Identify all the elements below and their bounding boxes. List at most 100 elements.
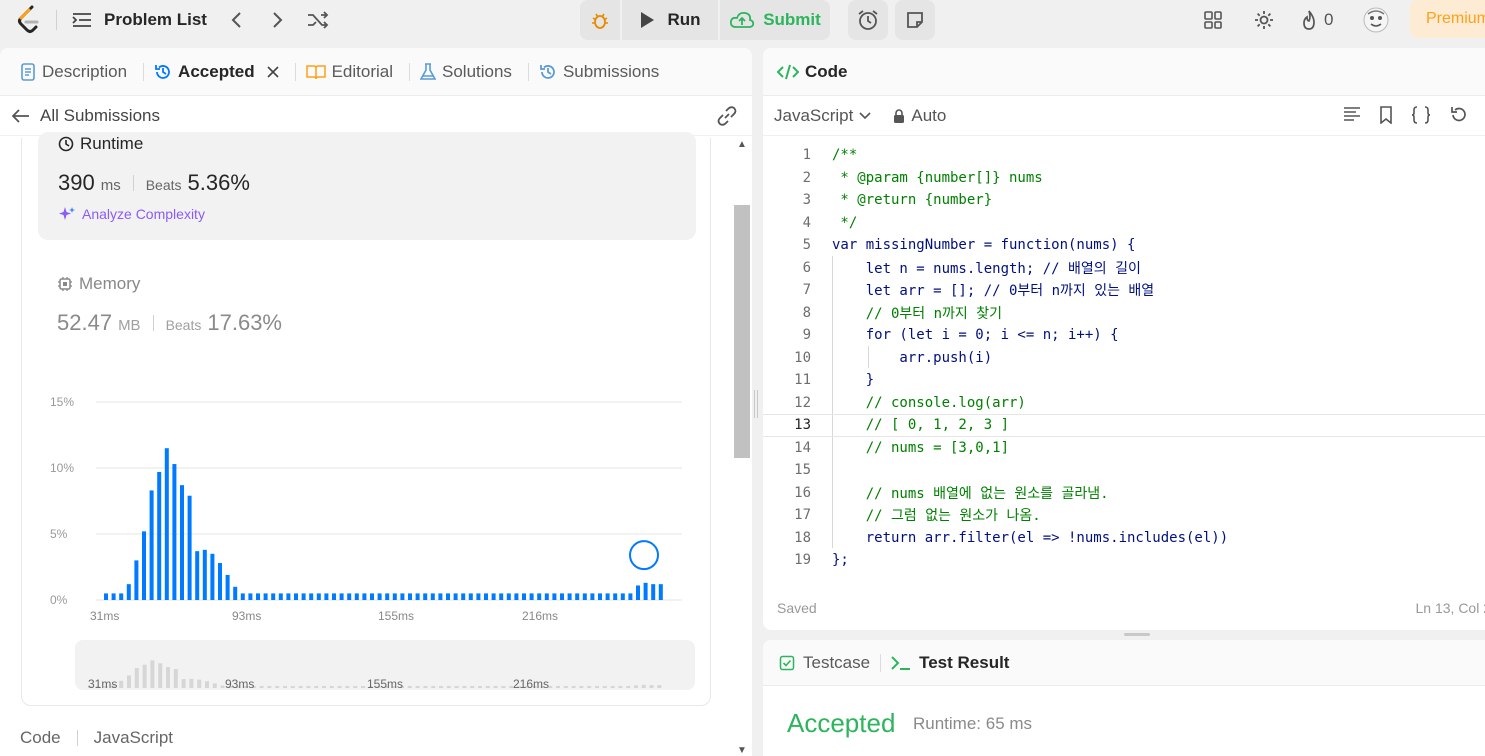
chart-bar[interactable] [560, 593, 564, 600]
format-lines-icon[interactable] [1343, 106, 1361, 122]
language-select[interactable]: JavaScript [774, 106, 871, 126]
problem-list-button[interactable]: Problem List [72, 6, 207, 34]
chart-bar[interactable] [529, 593, 534, 600]
chart-bar[interactable] [491, 593, 496, 600]
chart-bar[interactable] [628, 593, 633, 600]
auto-mode-toggle[interactable]: Auto [893, 106, 946, 126]
chart-bar[interactable] [582, 593, 587, 600]
tab-editorial[interactable]: Editorial [302, 62, 403, 82]
chart-bar[interactable] [643, 582, 648, 600]
chart-bar[interactable] [195, 551, 200, 600]
chart-bar[interactable] [598, 593, 602, 600]
tab-testcase[interactable]: Testcase [779, 653, 870, 673]
chart-bar[interactable] [590, 593, 595, 600]
runtime-card[interactable]: Runtime 390 ms Beats 5.36% Analyze Compl… [38, 132, 696, 240]
chart-bar[interactable] [248, 593, 253, 600]
reset-icon[interactable] [1449, 106, 1467, 124]
timer-button[interactable] [848, 0, 888, 40]
prev-problem-button[interactable] [222, 6, 250, 34]
scroll-down-arrow-icon[interactable]: ▼ [737, 745, 747, 756]
chart-bar[interactable] [187, 495, 192, 600]
braces-icon[interactable] [1411, 106, 1431, 124]
chart-bar[interactable] [370, 593, 374, 600]
runtime-distribution-chart[interactable]: 15% 10% 5% 0% 31ms 93ms 155ms 216ms [40, 388, 690, 628]
link-icon[interactable] [716, 106, 738, 126]
chart-bar[interactable] [157, 471, 162, 600]
vertical-resize-handle[interactable] [754, 390, 758, 418]
scroll-up-arrow-icon[interactable]: ▲ [737, 139, 747, 150]
chart-bar[interactable] [134, 560, 139, 600]
chart-bar[interactable] [202, 549, 207, 600]
chart-bar[interactable] [658, 584, 663, 600]
chart-bar[interactable] [339, 593, 344, 600]
chart-bar[interactable] [385, 593, 390, 600]
random-problem-button[interactable] [304, 6, 332, 34]
bookmark-icon[interactable] [1379, 106, 1393, 124]
memory-title[interactable]: Memory [57, 274, 140, 294]
debug-button[interactable] [580, 0, 620, 40]
chart-bar[interactable] [256, 593, 260, 600]
chart-bar[interactable] [164, 448, 169, 600]
chart-bar[interactable] [240, 593, 245, 600]
run-button[interactable]: Run [622, 0, 718, 40]
chart-bar[interactable] [332, 593, 336, 600]
chart-bar[interactable] [514, 593, 519, 600]
chart-bar[interactable] [476, 593, 481, 600]
chart-bar[interactable] [309, 593, 314, 600]
chart-bar[interactable] [636, 585, 640, 600]
chart-overview-brush[interactable]: 31ms 93ms 155ms 216ms [75, 640, 695, 690]
chart-bar[interactable] [149, 490, 154, 600]
chart-bar[interactable] [210, 553, 215, 600]
chart-bar[interactable] [506, 593, 511, 600]
chart-bar[interactable] [484, 593, 488, 600]
chart-bar[interactable] [415, 593, 420, 600]
chart-bar[interactable] [362, 593, 367, 600]
tab-accepted[interactable]: Accepted [150, 62, 289, 82]
notes-button[interactable] [895, 0, 935, 40]
streak-counter[interactable]: 0 [1300, 6, 1333, 34]
chart-bar[interactable] [111, 593, 116, 600]
chart-bar[interactable] [294, 593, 298, 600]
your-submission-marker-icon[interactable] [629, 540, 659, 571]
chart-bar[interactable] [400, 593, 405, 600]
code-editor[interactable]: 1 /** 2 * @param {number[]} nums 3 * @ret… [763, 144, 1485, 584]
analyze-complexity-button[interactable]: Analyze Complexity [58, 206, 205, 222]
close-icon[interactable] [267, 65, 279, 78]
chart-bar[interactable] [575, 593, 580, 600]
chart-bar[interactable] [446, 593, 450, 600]
chart-bar[interactable] [347, 593, 352, 600]
left-scrollbar[interactable]: ▲ ▼ [732, 136, 752, 756]
chart-bar[interactable] [377, 593, 382, 600]
chart-bar[interactable] [180, 485, 184, 600]
chart-bar[interactable] [324, 593, 329, 600]
chart-bar[interactable] [453, 593, 458, 600]
chart-bar[interactable] [438, 593, 443, 600]
scrollbar-thumb[interactable] [734, 205, 750, 458]
chart-bar[interactable] [423, 593, 428, 600]
chart-bar[interactable] [233, 586, 238, 600]
tab-submissions[interactable]: Submissions [535, 62, 669, 82]
layout-button[interactable] [1203, 6, 1223, 34]
chart-bar[interactable] [567, 593, 572, 600]
chart-bar[interactable] [537, 593, 542, 600]
chart-bar[interactable] [104, 593, 108, 600]
chart-bar[interactable] [271, 593, 276, 600]
next-problem-button[interactable] [264, 6, 292, 34]
chart-bar[interactable] [544, 593, 549, 600]
chart-bar[interactable] [552, 593, 557, 600]
chart-bar[interactable] [142, 531, 146, 600]
all-submissions-link[interactable]: All Submissions [0, 96, 752, 136]
chart-bar[interactable] [461, 593, 466, 600]
chart-bar[interactable] [316, 593, 321, 600]
premium-button[interactable]: Premium [1410, 0, 1485, 38]
chart-bar[interactable] [620, 593, 625, 600]
chart-bar[interactable] [651, 584, 656, 600]
chart-bar[interactable] [499, 593, 504, 600]
chart-bar[interactable] [605, 593, 610, 600]
chart-bar[interactable] [468, 593, 473, 600]
settings-button[interactable] [1253, 6, 1275, 34]
user-avatar[interactable] [1362, 6, 1390, 34]
chart-bar[interactable] [218, 563, 222, 600]
chart-bar[interactable] [430, 593, 435, 600]
tab-solutions[interactable]: Solutions [416, 62, 522, 82]
